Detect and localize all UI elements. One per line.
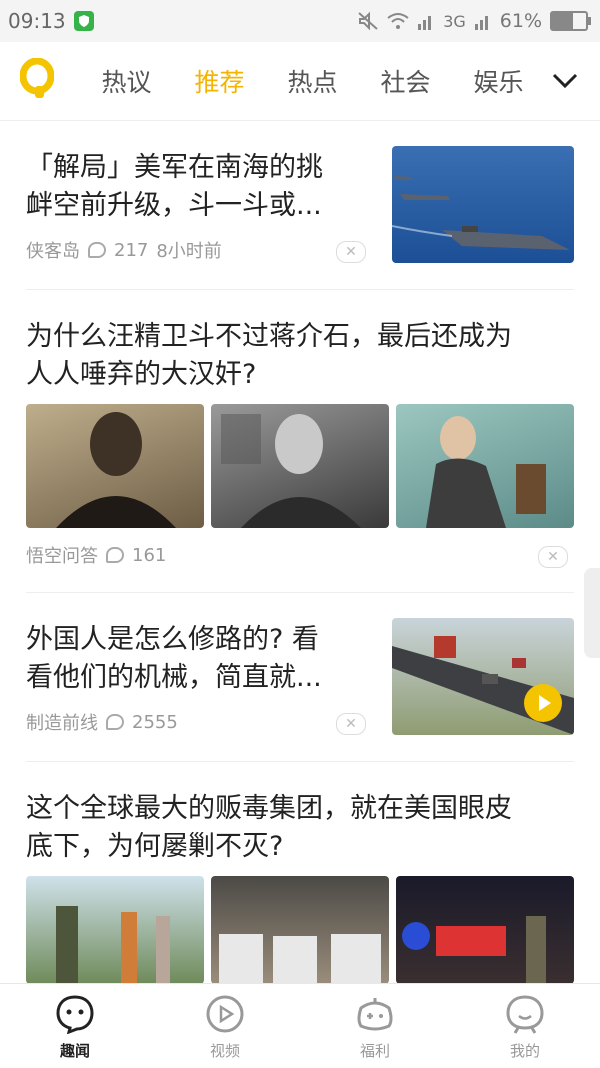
tab-recommended[interactable]: 推荐 (173, 63, 266, 99)
aircraft-carrier-photo (392, 146, 574, 263)
comment-icon (88, 242, 106, 258)
portrait-photo-2 (211, 404, 389, 528)
nav-label: 趣闻 (59, 1042, 90, 1060)
news-title: 外国人是怎么修路的? 看 看他们的机械，简直就... (26, 621, 366, 697)
soldiers-street-photo (26, 876, 204, 984)
news-source: 制造前线 (26, 713, 98, 734)
profile-face-icon (506, 995, 544, 1034)
dismiss-button[interactable]: ✕ (336, 241, 366, 263)
title-line: 「解局」美军在南海的挑 (26, 152, 323, 183)
tab-society[interactable]: 社会 (359, 63, 452, 99)
title-line: 这个全球最大的贩毒集团，就在美国眼皮 (26, 793, 512, 824)
dismiss-button[interactable]: ✕ (538, 546, 568, 568)
battery-icon (550, 11, 591, 31)
app-notification-icon (73, 11, 94, 31)
nav-welfare[interactable]: 福利 (300, 984, 450, 1068)
app-logo-icon[interactable] (20, 58, 54, 98)
play-icon[interactable] (524, 684, 562, 722)
tab-hot-discussion[interactable]: 热议 (80, 63, 173, 99)
news-item[interactable]: 这个全球最大的贩毒集团，就在美国眼皮 底下，为何屡剿不灭? (0, 762, 600, 984)
channel-tabs: 热议 推荐 热点 社会 娱乐 (80, 42, 545, 120)
news-title: 这个全球最大的贩毒集团，就在美国眼皮 底下，为何屡剿不灭? (26, 790, 574, 866)
signal-icon (418, 16, 432, 30)
road-construction-video[interactable] (392, 618, 574, 735)
news-meta: 侠客岛 217 8小时前 (26, 237, 222, 263)
mute-icon (358, 11, 378, 31)
nav-label: 我的 (509, 1042, 540, 1060)
signal-icon-2 (474, 16, 488, 30)
status-icons: 3G 61% (357, 0, 591, 42)
news-meta: 制造前线 2555 (26, 709, 178, 735)
nav-funny-news[interactable]: 趣闻 (0, 984, 150, 1068)
protest-crowd-photo (211, 876, 389, 984)
comment-icon (106, 547, 124, 563)
portrait-photo-1 (26, 404, 204, 528)
news-meta: 悟空问答 161 (26, 542, 166, 568)
tab-entertainment[interactable]: 娱乐 (452, 63, 545, 99)
status-bar: 09:13 3G 61% (0, 0, 600, 42)
news-item[interactable]: 「解局」美军在南海的挑 衅空前升级，斗一斗或... 侠客岛 217 8小时前 ✕ (0, 121, 600, 289)
battery-percent: 61% (499, 10, 542, 32)
side-drawer-handle[interactable] (584, 568, 600, 658)
play-circle-icon (206, 995, 244, 1033)
title-line: 看他们的机械，简直就... (26, 662, 322, 693)
news-source: 侠客岛 (26, 241, 80, 262)
dismiss-button[interactable]: ✕ (336, 713, 366, 735)
comment-count: 161 (132, 544, 167, 566)
nav-label: 视频 (209, 1042, 240, 1060)
news-item[interactable]: 外国人是怎么修路的? 看 看他们的机械，简直就... 制造前线 2555 ✕ (0, 593, 600, 761)
chevron-down-icon[interactable] (550, 65, 580, 95)
title-line: 人人唾弃的大汉奸? (26, 359, 257, 390)
gamepad-icon (357, 998, 393, 1031)
news-item[interactable]: 为什么汪精卫斗不过蒋介石，最后还成为 人人唾弃的大汉奸? 悟空问答 161 ✕ (0, 290, 600, 592)
network-type: 3G (443, 11, 466, 31)
nav-video[interactable]: 视频 (150, 984, 300, 1068)
bottom-navigation: 趣闻 视频 福利 我的 (0, 983, 600, 1068)
comment-count: 2555 (132, 711, 178, 733)
night-police-photo (396, 876, 574, 984)
news-title: 为什么汪精卫斗不过蒋介石，最后还成为 人人唾弃的大汉奸? (26, 318, 574, 394)
portrait-photo-3 (396, 404, 574, 528)
nav-label: 福利 (359, 1042, 390, 1060)
nav-mine[interactable]: 我的 (450, 984, 600, 1068)
face-icon (56, 995, 94, 1034)
wifi-icon (387, 13, 409, 29)
title-line: 衅空前升级，斗一斗或... (26, 190, 322, 221)
title-line: 外国人是怎么修路的? 看 (26, 624, 319, 655)
tab-hot-news[interactable]: 热点 (266, 63, 359, 99)
news-title: 「解局」美军在南海的挑 衅空前升级，斗一斗或... (26, 149, 366, 225)
comment-count: 217 (114, 239, 149, 261)
title-line: 底下，为何屡剿不灭? (26, 831, 284, 862)
title-line: 为什么汪精卫斗不过蒋介石，最后还成为 (26, 321, 512, 352)
news-source: 悟空问答 (26, 546, 98, 567)
comment-icon (106, 714, 124, 730)
news-time: 8小时前 (156, 241, 222, 262)
status-time: 09:13 (8, 9, 66, 33)
channel-header: 热议 推荐 热点 社会 娱乐 (0, 42, 600, 121)
